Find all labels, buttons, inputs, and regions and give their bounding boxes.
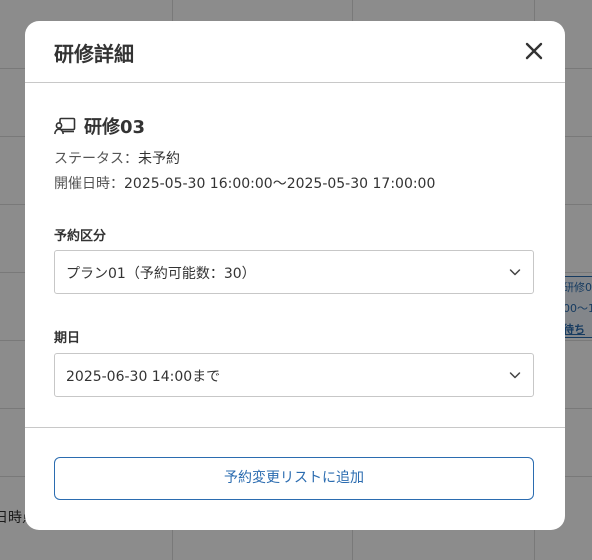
modal-header: 研修詳細 [25,21,565,83]
reservation-type-select[interactable]: プラン01（予約可能数：30） [54,250,534,294]
training-presenter-icon [54,117,76,135]
deadline-value: 2025-06-30 14:00まで [66,369,221,385]
close-icon [525,42,543,60]
training-heading: 研修03 [54,113,145,139]
chevron-down-icon [509,372,521,379]
modal-title: 研修詳細 [54,42,134,66]
close-button[interactable] [523,40,545,62]
footer-divider [25,427,565,428]
status-value: 未予約 [138,151,180,167]
status-label: ステータス： [54,151,138,167]
deadline-label: 期日 [54,331,81,346]
add-to-change-list-button[interactable]: 予約変更リストに追加 [54,457,534,500]
training-name: 研修03 [84,117,146,138]
datetime-line: 開催日時：2025-05-30 16:00:00～2025-05-30 17:0… [54,173,435,193]
datetime-value: 2025-05-30 16:00:00～2025-05-30 17:00:00 [124,176,436,192]
reservation-type-label: 予約区分 [54,229,107,244]
reservation-type-value: プラン01（予約可能数：30） [66,266,256,282]
deadline-select[interactable]: 2025-06-30 14:00まで [54,353,534,397]
datetime-label: 開催日時： [54,176,124,192]
training-detail-modal: 研修詳細 研修03 ステータス：未予約 開催日時：2025-05-30 16:0… [25,21,565,530]
status-line: ステータス：未予約 [54,148,180,168]
chevron-down-icon [509,269,521,276]
